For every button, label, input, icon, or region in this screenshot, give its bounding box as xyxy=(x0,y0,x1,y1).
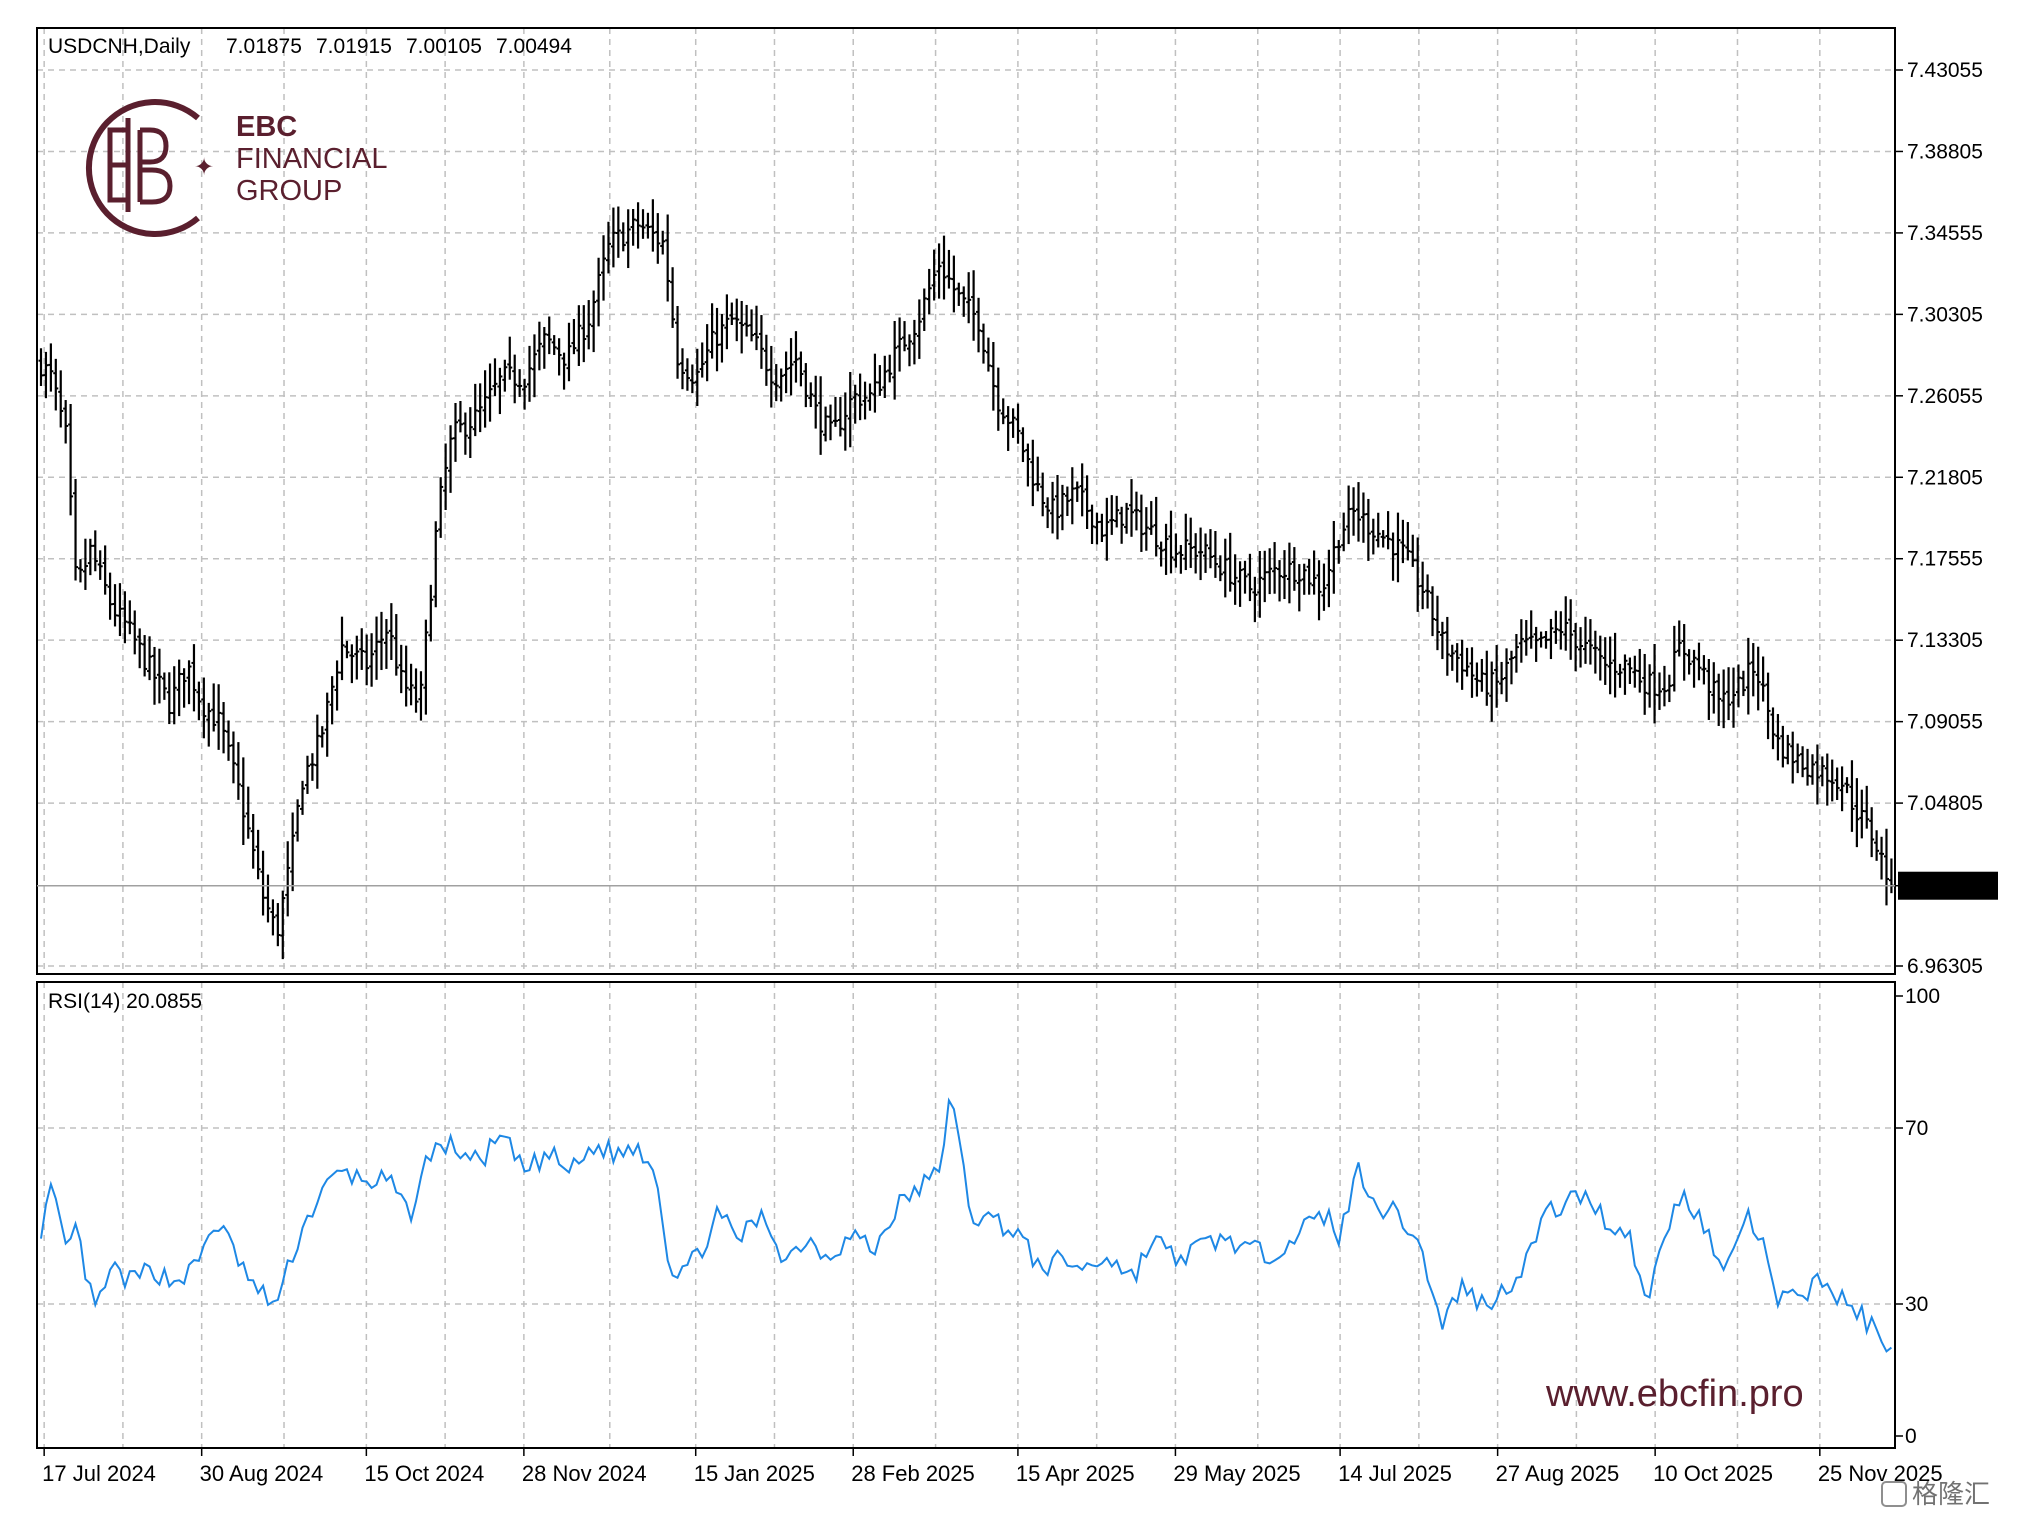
logo-text-line1: EBC xyxy=(236,111,297,143)
logo-text-line2: FINANCIAL xyxy=(236,143,387,175)
watermark-text: 格隆汇 xyxy=(1912,1479,1990,1509)
price-tick-label: 7.21805 xyxy=(1907,466,1983,489)
symbol-header: USDCNH,Daily xyxy=(48,35,191,58)
date-tick-label: 15 Apr 2025 xyxy=(1016,1461,1135,1486)
price-tick-label: 7.43055 xyxy=(1907,59,1983,82)
ohlc-open: 7.01875 xyxy=(226,35,302,58)
date-tick-label: 28 Nov 2024 xyxy=(522,1461,647,1486)
date-tick-label: 14 Jul 2025 xyxy=(1338,1461,1452,1486)
current-price-label: 7.00494 xyxy=(1910,876,1986,899)
chart-canvas: 7.43055 7.38805 7.34555 7.30305 7.26055 7.218… xyxy=(0,0,2028,1514)
logo-sparkle-icon: ✦ xyxy=(194,153,214,181)
price-tick-label: 7.09055 xyxy=(1907,711,1983,734)
ohlc-low: 7.00105 xyxy=(406,35,482,58)
price-tick-label: 7.26055 xyxy=(1907,385,1983,408)
rsi-tick-label: 0 xyxy=(1905,1425,1917,1448)
date-tick-label: 15 Oct 2024 xyxy=(364,1461,484,1486)
website-url: www.ebcfin.pro xyxy=(1545,1373,1804,1415)
date-tick-label: 10 Oct 2025 xyxy=(1653,1461,1773,1486)
rsi-tick-label: 70 xyxy=(1905,1117,1928,1140)
price-tick-label: 7.13305 xyxy=(1907,629,1983,652)
rsi-tick-label: 100 xyxy=(1905,985,1940,1008)
ohlc-high: 7.01915 xyxy=(316,35,392,58)
rsi-header: RSI(14) 20.0855 xyxy=(48,990,202,1013)
price-tick-label: 7.04805 xyxy=(1907,792,1983,815)
date-tick-label: 27 Aug 2025 xyxy=(1496,1461,1620,1486)
date-tick-label: 15 Jan 2025 xyxy=(694,1461,815,1486)
date-tick-label: 30 Aug 2024 xyxy=(200,1461,324,1486)
date-tick-label: 28 Feb 2025 xyxy=(851,1461,975,1486)
date-tick-label: 29 May 2025 xyxy=(1173,1461,1300,1486)
rsi-tick-label: 30 xyxy=(1905,1293,1928,1316)
price-tick-label: 6.96305 xyxy=(1907,955,1983,978)
price-tick-label: 7.34555 xyxy=(1907,222,1983,245)
price-tick-label: 7.30305 xyxy=(1907,303,1983,326)
ohlc-close: 7.00494 xyxy=(496,35,572,58)
logo-text-line3: GROUP xyxy=(236,175,342,207)
date-tick-label: 17 Jul 2024 xyxy=(42,1461,156,1486)
price-tick-label: 7.17555 xyxy=(1907,548,1983,571)
price-tick-label: 7.38805 xyxy=(1907,140,1983,163)
